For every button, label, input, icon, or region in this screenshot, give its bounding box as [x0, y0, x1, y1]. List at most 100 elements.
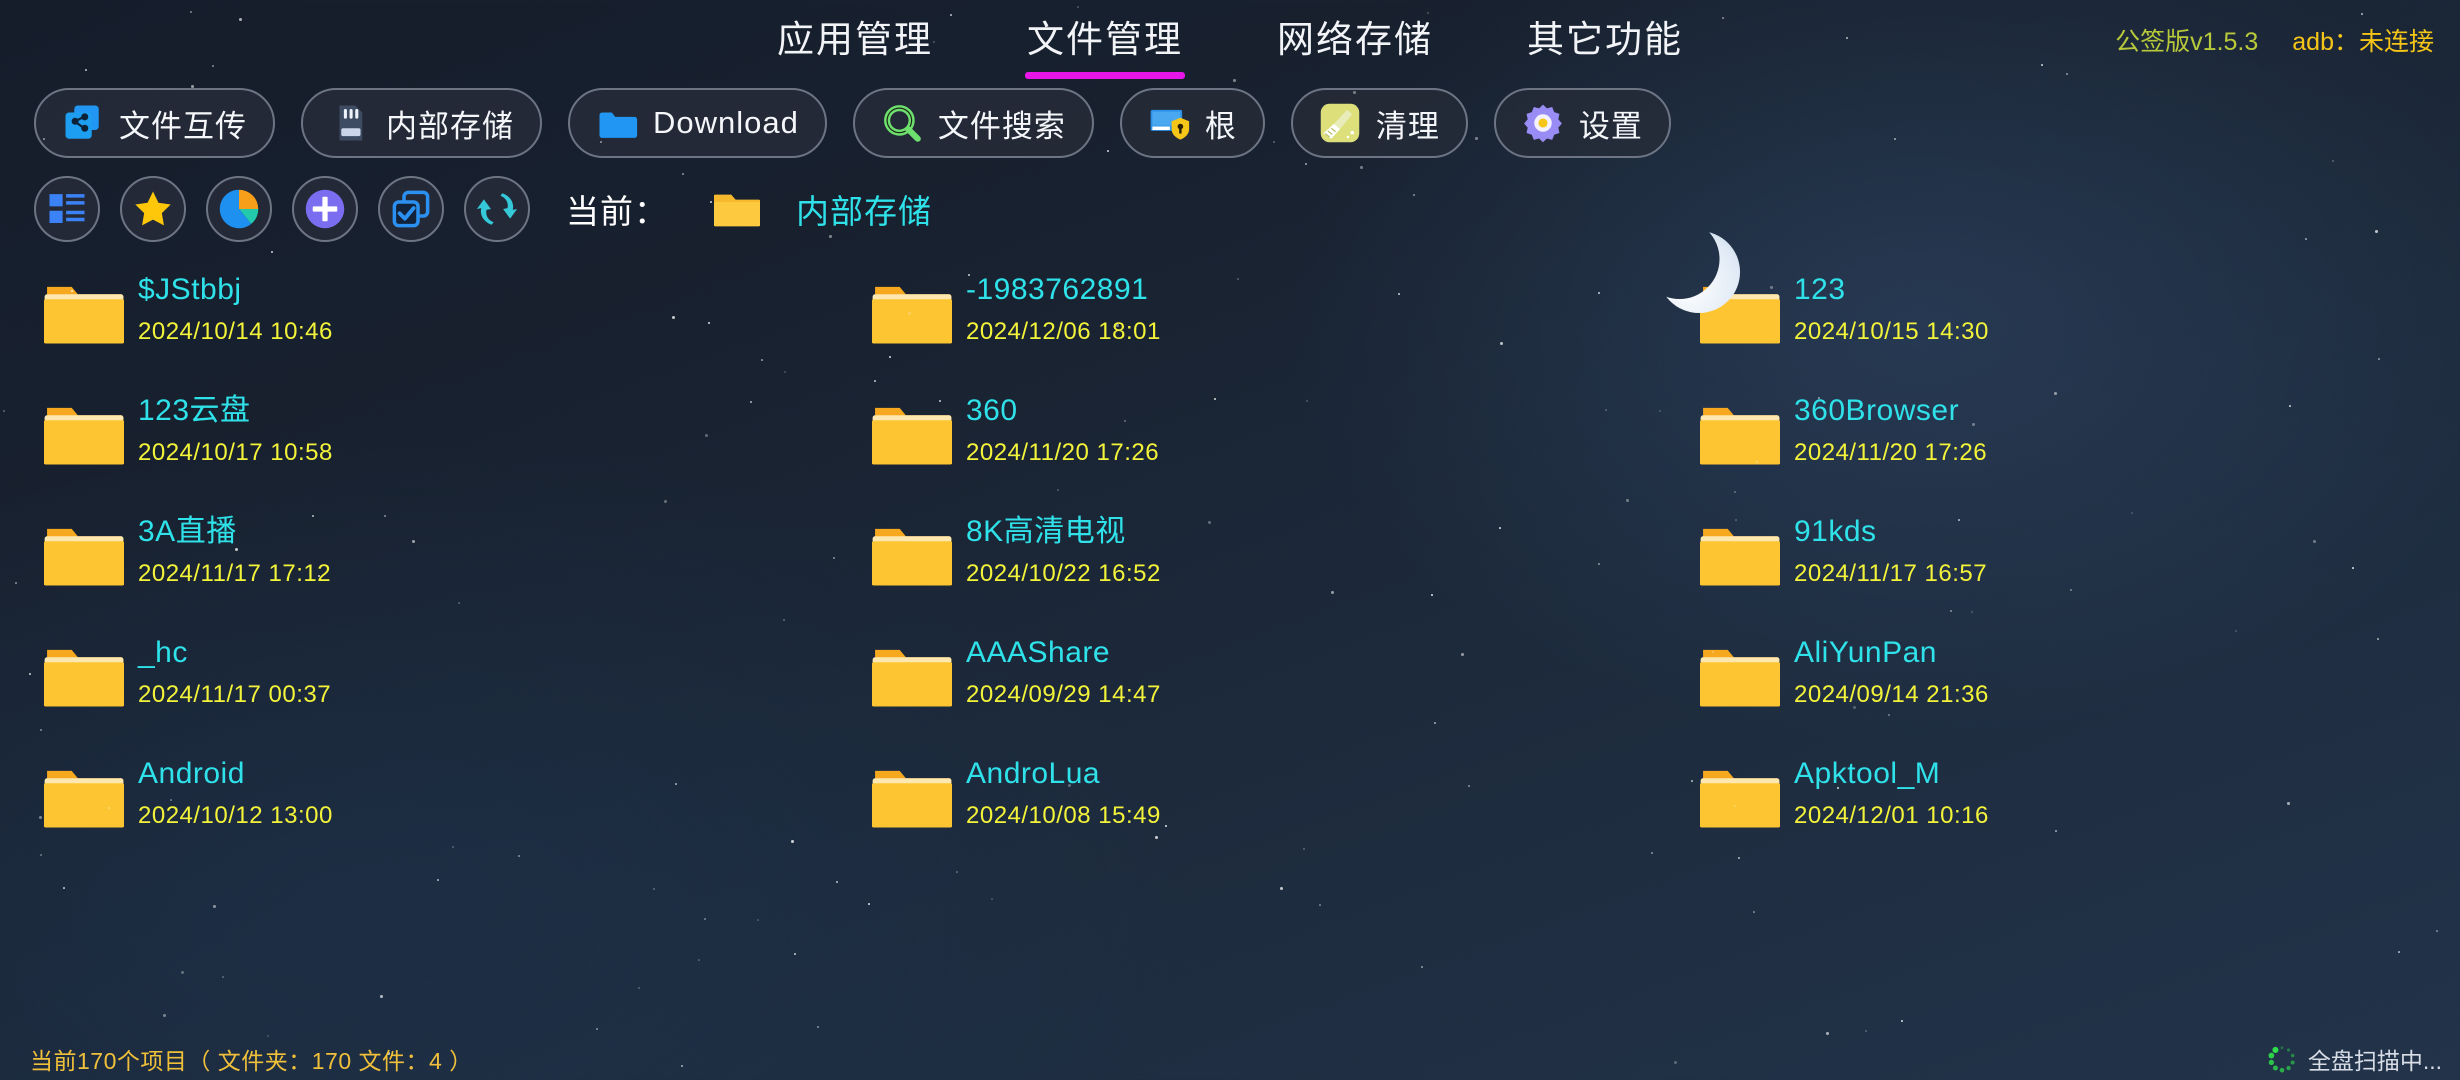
file-name: 3A直播: [138, 515, 237, 548]
file-name: 91kds: [1794, 515, 1877, 548]
top-tab-bar: 应用管理 文件管理 网络存储 其它功能 公签版v1.5.3 adb：未连接: [0, 0, 2460, 82]
file-item[interactable]: AndroLua 2024/10/08 15:49: [872, 752, 1700, 846]
file-transfer-button[interactable]: 文件互传: [34, 88, 275, 158]
download-label: Download: [653, 105, 799, 140]
tab-app-management[interactable]: 应用管理: [773, 3, 937, 79]
file-grid: $JStbbj 2024/10/14 10:46 -1983762891 2024/1…: [0, 268, 2460, 846]
settings-label: 设置: [1578, 108, 1643, 144]
file-date: 2024/12/06 18:01: [966, 318, 1161, 345]
file-name: AliYunPan: [1794, 636, 1937, 669]
file-meta: -1983762891 2024/12/06 18:01: [966, 268, 1161, 354]
view-mode-button[interactable]: [34, 176, 100, 242]
file-name: 123: [1794, 273, 1846, 306]
tabs-container: 应用管理 文件管理 网络存储 其它功能: [773, 3, 1687, 79]
refresh-button[interactable]: [464, 176, 530, 242]
file-item[interactable]: _hc 2024/11/17 00:37: [44, 631, 872, 725]
file-item[interactable]: AAAShare 2024/09/29 14:47: [872, 631, 1700, 725]
download-button[interactable]: Download: [568, 88, 827, 158]
settings-button[interactable]: 设置: [1493, 88, 1671, 158]
file-date: 2024/10/12 13:00: [138, 802, 333, 829]
file-meta: 123 2024/10/15 14:30: [1794, 268, 1989, 354]
folder-icon: [872, 286, 952, 344]
list-view-icon: [49, 194, 85, 223]
adb-status-label: adb：未连接: [2292, 28, 2434, 56]
folder-icon: [44, 407, 124, 465]
blue-folder-icon: [599, 112, 638, 138]
file-item[interactable]: $JStbbj 2024/10/14 10:46: [44, 268, 872, 362]
file-meta: $JStbbj 2024/10/14 10:46: [138, 268, 333, 354]
multi-select-button[interactable]: [378, 176, 444, 242]
new-item-button[interactable]: [292, 176, 358, 242]
star-icon: [135, 191, 171, 226]
file-date: 2024/10/08 15:49: [966, 802, 1161, 829]
file-item[interactable]: Apktool_M 2024/12/01 10:16: [1700, 752, 2460, 846]
folder-icon: [1700, 770, 1780, 828]
file-name: 8K高清电视: [966, 515, 1126, 548]
file-meta: 91kds 2024/11/17 16:57: [1794, 510, 1987, 596]
folder-icon: [872, 528, 952, 586]
internal-storage-button[interactable]: 内部存储: [301, 88, 542, 158]
status-bar: 当前170个项目（ 文件夹：170 文件：4 ） 全盘扫描中...: [0, 1038, 2460, 1080]
file-name: 123云盘: [138, 394, 251, 427]
storage-analysis-button[interactable]: [206, 176, 272, 242]
header-status: 公签版v1.5.3 adb：未连接: [2115, 22, 2434, 58]
pie-chart-icon: [219, 189, 259, 229]
root-button[interactable]: 根: [1119, 88, 1265, 158]
file-meta: 360 2024/11/20 17:26: [966, 389, 1159, 475]
file-search-button[interactable]: 文件搜索: [852, 88, 1094, 158]
file-item[interactable]: 123 2024/10/15 14:30: [1700, 268, 2460, 362]
folder-icon: [1700, 407, 1780, 465]
scan-status: 全盘扫描中...: [2266, 1042, 2442, 1076]
tab-network-storage[interactable]: 网络存储: [1273, 3, 1437, 79]
scan-status-label: 全盘扫描中...: [2307, 1048, 2442, 1074]
file-name: AndroLua: [966, 757, 1101, 790]
tab-label: 文件管理: [1027, 19, 1183, 60]
item-count-label: 当前170个项目（ 文件夹：170 文件：4 ）: [30, 1048, 473, 1074]
tab-label: 应用管理: [777, 19, 933, 60]
file-item[interactable]: AliYunPan 2024/09/14 21:36: [1700, 631, 2460, 725]
file-item[interactable]: 3A直播 2024/11/17 17:12: [44, 510, 872, 604]
tab-label: 网络存储: [1277, 19, 1433, 60]
clean-button[interactable]: 清理: [1290, 88, 1468, 158]
folder-icon: [872, 770, 952, 828]
file-item[interactable]: Android 2024/10/12 13:00: [44, 752, 872, 846]
broom-icon: [1320, 103, 1360, 143]
file-item[interactable]: 8K高清电视 2024/10/22 16:52: [872, 510, 1700, 604]
file-search-label: 文件搜索: [937, 108, 1066, 144]
file-name: AAAShare: [966, 636, 1111, 669]
root-label: 根: [1204, 108, 1237, 144]
file-transfer-label: 文件互传: [119, 108, 247, 144]
multi-select-icon: [392, 190, 430, 228]
tab-other-functions[interactable]: 其它功能: [1523, 3, 1687, 79]
folder-icon: [872, 407, 952, 465]
file-date: 2024/10/14 10:46: [138, 318, 333, 345]
current-folder-icon: [714, 194, 760, 227]
file-date: 2024/11/20 17:26: [966, 439, 1160, 466]
file-date: 2024/11/20 17:26: [1794, 439, 1988, 466]
folder-icon: [872, 649, 952, 707]
file-meta: AndroLua 2024/10/08 15:49: [966, 752, 1161, 838]
file-meta: AAAShare 2024/09/29 14:47: [966, 631, 1161, 717]
refresh-icon: [476, 193, 518, 225]
file-meta: 123云盘 2024/10/17 10:58: [138, 389, 333, 475]
favorites-button[interactable]: [120, 176, 186, 242]
tab-file-management[interactable]: 文件管理: [1023, 3, 1187, 79]
file-name: -1983762891: [966, 273, 1149, 306]
folder-icon: [44, 649, 124, 707]
file-item[interactable]: 91kds 2024/11/17 16:57: [1700, 510, 2460, 604]
folder-icon: [1700, 649, 1780, 707]
file-item[interactable]: -1983762891 2024/12/06 18:01: [872, 268, 1700, 362]
tab-label: 其它功能: [1527, 19, 1683, 60]
loading-spinner-icon: [2268, 1046, 2295, 1073]
file-name: 360Browser: [1794, 394, 1960, 427]
folder-icon: [44, 770, 124, 828]
internal-storage-label: 内部存储: [386, 108, 514, 144]
folder-icon: [1700, 286, 1780, 344]
file-date: 2024/09/14 21:36: [1794, 681, 1989, 708]
file-item[interactable]: 360Browser 2024/11/20 17:26: [1700, 389, 2460, 483]
file-item[interactable]: 360 2024/11/20 17:26: [872, 389, 1700, 483]
folder-icon: [1700, 528, 1780, 586]
file-item[interactable]: 123云盘 2024/10/17 10:58: [44, 389, 872, 483]
clean-label: 清理: [1375, 108, 1440, 144]
file-name: 360: [966, 394, 1018, 427]
